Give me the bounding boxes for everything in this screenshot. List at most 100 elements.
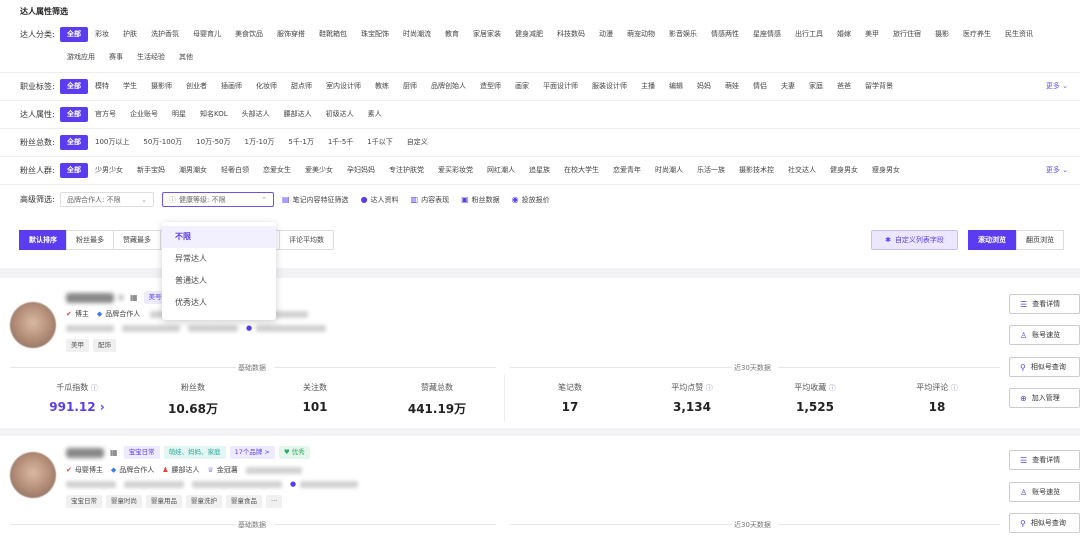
filter-option[interactable]: 母婴育儿	[186, 27, 228, 42]
dropdown-option[interactable]: 优秀达人	[162, 292, 276, 314]
filter-option[interactable]: 珠宝配饰	[354, 27, 396, 42]
filter-option[interactable]: 爸爸	[830, 79, 858, 94]
filter-option[interactable]: 品牌创始人	[424, 79, 473, 94]
filter-option[interactable]: 专注护肤党	[382, 163, 431, 178]
add-to-manage-button[interactable]: ⊕ 加入管理	[1009, 388, 1080, 408]
filter-option[interactable]: 留学背景	[858, 79, 900, 94]
account-preview-button[interactable]: ♙ 账号速览	[1009, 482, 1080, 502]
filter-option[interactable]: 模特	[88, 79, 116, 94]
profession-more-button[interactable]: 更多 ⌄	[1046, 81, 1068, 91]
filter-option[interactable]: 星座情感	[746, 27, 788, 42]
view-details-button[interactable]: ☰ 查看详情	[1009, 450, 1080, 470]
filter-option[interactable]: 全部	[60, 163, 88, 178]
filter-option[interactable]: 头部达人	[235, 107, 277, 122]
filter-option[interactable]: 少男少女	[88, 163, 130, 178]
filter-option[interactable]: 服装设计师	[585, 79, 634, 94]
filter-option[interactable]: 1千-5千	[321, 135, 360, 150]
health-level-select[interactable]: ⓘ 健康等级: 不限 ⌃	[162, 192, 274, 207]
metric-qiangua-index[interactable]: 千瓜指数 ⓘ 991.12 ›	[22, 382, 132, 414]
account-preview-button[interactable]: ♙ 账号速览	[1009, 325, 1080, 345]
filter-option[interactable]: 健身减肥	[508, 27, 550, 42]
filter-option[interactable]: 甜点师	[284, 79, 319, 94]
filter-option[interactable]: 摄影技术控	[732, 163, 781, 178]
filter-option[interactable]: 婚嫁	[830, 27, 858, 42]
filter-option[interactable]: 影音娱乐	[662, 27, 704, 42]
view-details-button[interactable]: ☰ 查看详情	[1009, 294, 1080, 314]
filter-option[interactable]: 爱美少女	[298, 163, 340, 178]
filter-option[interactable]: 知名KOL	[193, 107, 235, 122]
filter-option[interactable]: 自定义	[400, 135, 435, 150]
qrcode-icon[interactable]: ▦	[110, 448, 118, 457]
filter-option[interactable]: 健身男女	[823, 163, 865, 178]
filter-option[interactable]: 其他	[172, 50, 200, 65]
filter-option[interactable]: 美甲	[858, 27, 886, 42]
filter-option[interactable]: 室内设计师	[319, 79, 368, 94]
filter-option[interactable]: 鞋靴箱包	[312, 27, 354, 42]
filter-option[interactable]: 在校大学生	[557, 163, 606, 178]
filter-option[interactable]: 时尚潮人	[648, 163, 690, 178]
filter-option[interactable]: 洗护香氛	[144, 27, 186, 42]
filter-option[interactable]: 明星	[165, 107, 193, 122]
filter-option[interactable]: 5千-1万	[281, 135, 320, 150]
filter-option[interactable]: 厨师	[396, 79, 424, 94]
filter-option[interactable]: 追星族	[522, 163, 557, 178]
filter-option[interactable]: 医疗养生	[956, 27, 998, 42]
filter-option[interactable]: 平面设计师	[536, 79, 585, 94]
filter-option[interactable]: 全部	[60, 135, 88, 150]
filter-option[interactable]: 妈妈	[690, 79, 718, 94]
filter-option[interactable]: 动漫	[592, 27, 620, 42]
filter-option[interactable]: 孕妇妈妈	[340, 163, 382, 178]
filter-option[interactable]: 官方号	[88, 107, 123, 122]
filter-option[interactable]: 编辑	[662, 79, 690, 94]
filter-option[interactable]: 教育	[438, 27, 466, 42]
more-tags[interactable]: ···	[266, 495, 283, 508]
filter-option[interactable]: 学生	[116, 79, 144, 94]
filter-option[interactable]: 创业者	[179, 79, 214, 94]
filter-option[interactable]: 服饰穿搭	[270, 27, 312, 42]
sort-comments-button[interactable]: 评论平均数	[279, 230, 334, 250]
brand-count-tag[interactable]: 17个品牌 >	[229, 446, 275, 459]
profile-filter-link[interactable]: ● 达人资料	[361, 195, 399, 205]
filter-option[interactable]: 轻奢白领	[214, 163, 256, 178]
filter-option[interactable]: 夫妻	[774, 79, 802, 94]
filter-option[interactable]: 全部	[60, 79, 88, 94]
filter-option[interactable]: 家庭	[802, 79, 830, 94]
custom-fields-button[interactable]: ✱ 自定义列表字段	[871, 230, 958, 250]
filter-option[interactable]: 插画师	[214, 79, 249, 94]
filter-option[interactable]: 100万以上	[88, 135, 136, 150]
filter-option[interactable]: 家居家装	[466, 27, 508, 42]
filter-option[interactable]: 1千以下	[360, 135, 399, 150]
filter-option[interactable]: 赛事	[102, 50, 130, 65]
filter-option[interactable]: 潮男潮女	[172, 163, 214, 178]
dropdown-option[interactable]: 不限	[162, 226, 276, 248]
filter-option[interactable]: 游戏应用	[60, 50, 102, 65]
content-performance-link[interactable]: ▥ 内容表现	[411, 195, 450, 205]
filter-option[interactable]: 造型师	[473, 79, 508, 94]
filter-option[interactable]: 瘦身男女	[865, 163, 907, 178]
dropdown-option[interactable]: 异常达人	[162, 248, 276, 270]
filter-option[interactable]: 时尚潮流	[396, 27, 438, 42]
filter-option[interactable]: 主播	[634, 79, 662, 94]
filter-option[interactable]: 全部	[60, 107, 88, 122]
brand-partner-select[interactable]: 品牌合作人: 不限 ⌄	[60, 192, 154, 207]
filter-option[interactable]: 初级达人	[319, 107, 361, 122]
filter-option[interactable]: 摄影师	[144, 79, 179, 94]
filter-option[interactable]: 情侣	[746, 79, 774, 94]
filter-option[interactable]: 萌宠动物	[620, 27, 662, 42]
similar-account-button[interactable]: ⚲ 相似号查询	[1009, 357, 1080, 377]
scroll-view-button[interactable]: 滚动浏览	[968, 230, 1016, 250]
filter-option[interactable]: 教练	[368, 79, 396, 94]
filter-option[interactable]: 摄影	[928, 27, 956, 42]
filter-option[interactable]: 全部	[60, 27, 88, 42]
filter-option[interactable]: 科技数码	[550, 27, 592, 42]
filter-option[interactable]: 民生资讯	[998, 27, 1040, 42]
filter-option[interactable]: 50万-100万	[136, 135, 189, 150]
filter-option[interactable]: 护肤	[116, 27, 144, 42]
filter-option[interactable]: 恋爱青年	[606, 163, 648, 178]
filter-option[interactable]: 萌娃	[718, 79, 746, 94]
filter-option[interactable]: 社交达人	[781, 163, 823, 178]
filter-option[interactable]: 美食饮品	[228, 27, 270, 42]
filter-option[interactable]: 10万-50万	[189, 135, 237, 150]
filter-option[interactable]: 爱买彩妆党	[431, 163, 480, 178]
filter-option[interactable]: 化妆师	[249, 79, 284, 94]
